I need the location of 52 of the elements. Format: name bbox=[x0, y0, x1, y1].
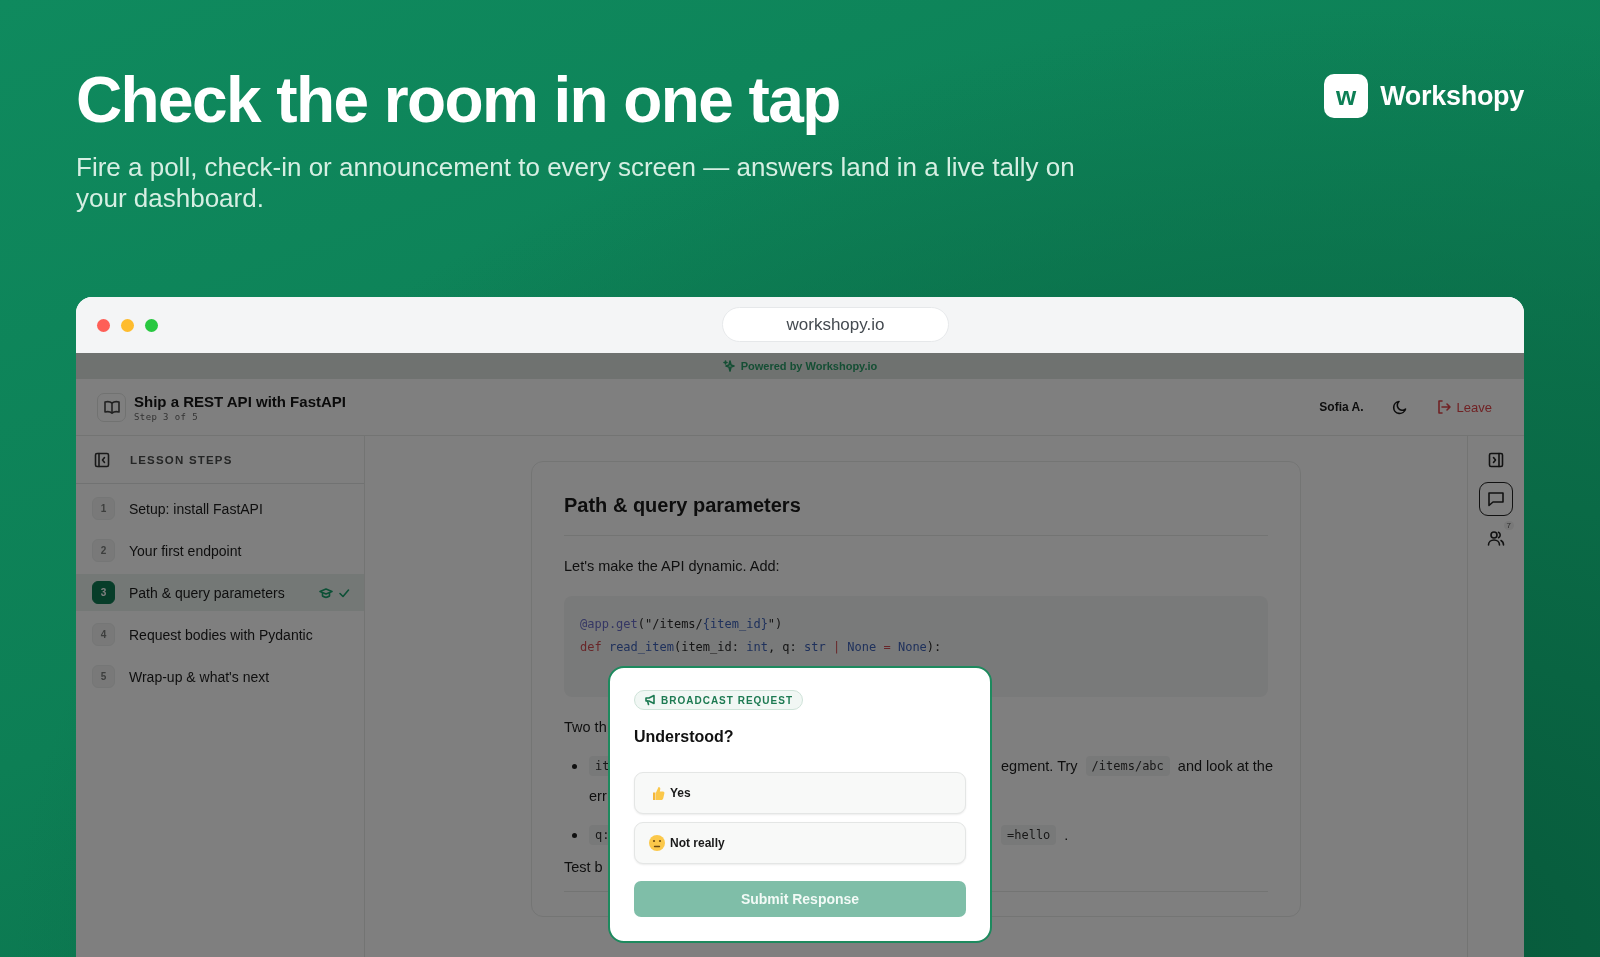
logo-icon: w bbox=[1324, 74, 1369, 118]
lesson-step-item[interactable]: 3 Path & query parameters bbox=[76, 574, 364, 611]
megaphone-icon bbox=[644, 694, 656, 706]
lesson-step-item[interactable]: 2 Your first endpoint bbox=[76, 532, 364, 569]
lesson-step-item[interactable]: 5 Wrap-up & what's next bbox=[76, 658, 364, 695]
step-counter: Step 3 of 5 bbox=[134, 411, 199, 422]
hero-subtitle: Fire a poll, check-in or announcement to every screen — answers land in a live tally on your dashboard. bbox=[76, 152, 1076, 214]
window-close-button[interactable] bbox=[97, 318, 110, 332]
participant-count: 7 bbox=[1503, 521, 1514, 530]
option-button[interactable]: Yes bbox=[634, 772, 966, 814]
lesson-step-item[interactable]: 1 Setup: install FastAPI bbox=[76, 490, 364, 527]
step-number: 1 bbox=[92, 497, 115, 520]
badge-label: BROADCAST REQUEST bbox=[661, 694, 793, 706]
emoji-icon bbox=[648, 834, 666, 852]
lesson-text: Let's make the API dynamic. Add: bbox=[564, 558, 781, 574]
lesson-text: Two th bbox=[564, 719, 607, 735]
people-icon[interactable] bbox=[1487, 530, 1505, 546]
lesson-text: egment. Try bbox=[1001, 758, 1078, 774]
brand-name: Workshopy bbox=[1380, 80, 1524, 112]
lesson-text: . bbox=[1064, 827, 1069, 843]
code-line: @app.get("/items/{item_id}") bbox=[580, 616, 784, 633]
step-number: 5 bbox=[92, 665, 115, 688]
address-bar[interactable]: workshopy.io bbox=[722, 307, 949, 342]
book-icon bbox=[103, 400, 120, 414]
inline-code: /items/abc bbox=[1085, 756, 1170, 776]
collapse-sidebar-icon[interactable] bbox=[94, 451, 110, 468]
lesson-text: Test b bbox=[564, 859, 603, 875]
leave-button[interactable]: Leave bbox=[1435, 399, 1492, 415]
step-number: 4 bbox=[92, 623, 115, 646]
exit-icon bbox=[1435, 399, 1452, 415]
moon-icon[interactable] bbox=[1391, 399, 1408, 415]
user-name: Sofia A. bbox=[1319, 400, 1364, 414]
chat-button[interactable] bbox=[1479, 482, 1513, 516]
hero-title: Check the room in one tap bbox=[76, 64, 840, 136]
option-button[interactable]: Not really bbox=[634, 822, 966, 864]
lesson-title: Path & query parameters bbox=[564, 494, 1268, 536]
chat-icon bbox=[1487, 490, 1505, 508]
inline-code: =hello bbox=[1001, 825, 1057, 845]
step-number: 2 bbox=[92, 539, 115, 562]
sidebar-heading: LESSON STEPS bbox=[130, 453, 233, 466]
lesson-text: and look at the bbox=[1177, 758, 1273, 774]
question-text: Understood? bbox=[634, 728, 735, 746]
lesson-step-item[interactable]: 4 Request bodies with Pydantic bbox=[76, 616, 364, 653]
panel-toggle-icon[interactable] bbox=[1488, 452, 1504, 468]
code-line: def read_item(item_id: int, q: str | None = None): bbox=[580, 639, 943, 656]
bullet-dot bbox=[572, 833, 577, 838]
step-number: 3 bbox=[92, 581, 115, 604]
course-title: Ship a REST API with FastAPI bbox=[134, 392, 346, 410]
bullet-dot bbox=[572, 764, 577, 769]
sparkle-icon bbox=[722, 360, 735, 372]
book-button[interactable] bbox=[97, 392, 126, 422]
lesson-text: err bbox=[589, 788, 607, 804]
